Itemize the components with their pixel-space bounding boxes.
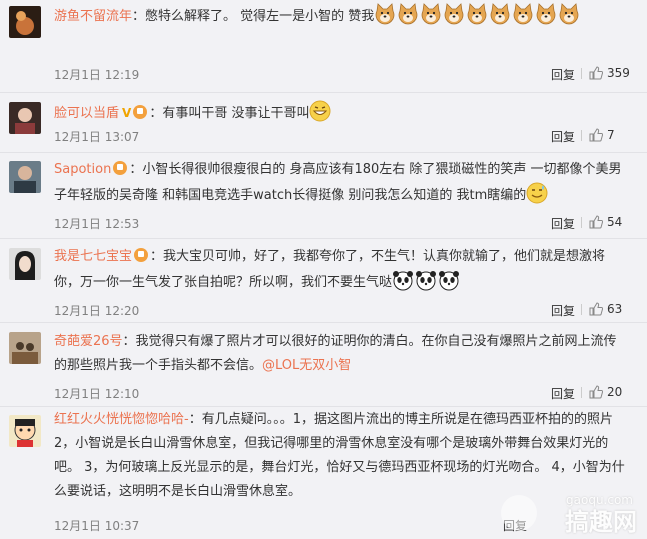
avatar[interactable]	[9, 6, 41, 38]
divider	[581, 130, 582, 141]
doge-emoji-icon	[559, 3, 579, 25]
like-count: 359	[607, 66, 630, 80]
reply-button[interactable]: 回复	[551, 302, 575, 319]
like-count: 54	[607, 215, 623, 229]
reply-button[interactable]: 回复	[551, 385, 575, 402]
doge-emoji-icon	[444, 3, 464, 25]
comment-item: 奇葩爱26号：我觉得只有爆了照片才可以很好的证明你的清白。在你自己没有爆照片之前…	[0, 323, 647, 407]
avatar[interactable]	[9, 415, 41, 447]
comment-time: 12月1日 12:20	[54, 304, 140, 318]
comment-username[interactable]: 奇葩爱26号	[54, 334, 123, 349]
comment-item: 红红火火恍恍惚惚哈哈-：有几点疑问。。。1，据这图片流出的博主所说是在德玛西亚杯…	[0, 407, 647, 539]
verified-icon: V	[122, 106, 132, 120]
comment-meta: 12月1日 12:10 回复 20	[54, 385, 637, 401]
doge-emoji-icon	[467, 3, 487, 25]
comment-text: ：有事叫干哥 没事让干哥叫	[149, 106, 310, 121]
comment-text: ：憋特么解释了。 觉得左一是小智的 赞我	[132, 9, 375, 24]
comment-time: 12月1日 12:53	[54, 217, 140, 231]
vip-badge-icon	[134, 248, 149, 262]
mention-link[interactable]: @LOL无双小智	[262, 358, 351, 373]
emoji-group	[374, 3, 581, 25]
panda-emoji-icon	[416, 271, 437, 291]
doge-emoji-icon	[375, 3, 395, 25]
vip-badge-icon	[113, 161, 128, 175]
comment-content: 我是七七宝宝 ：我大宝贝可帅，好了，我都夸你了，不生气！认真你就输了，他们就是想激…	[54, 245, 625, 295]
reply-button[interactable]: 回复	[551, 215, 575, 232]
comment-meta: 12月1日 13:07 回复 7	[54, 128, 637, 144]
thumbs-up-icon	[589, 385, 603, 399]
comment-username[interactable]: 游鱼不留流年	[54, 9, 132, 24]
site-watermark: gaoqu.com 搞趣网	[487, 447, 637, 537]
doge-emoji-icon	[398, 3, 418, 25]
comment-content: 奇葩爱26号：我觉得只有爆了照片才可以很好的证明你的清白。在你自己没有爆照片之前…	[54, 330, 625, 378]
thumbs-up-icon	[589, 302, 603, 316]
comment-item: Sapotion ：小智长得很帅很瘦很白的 身高应该有180左右 除了猥琐磁性的笑…	[0, 153, 647, 239]
comment-meta: 12月1日 12:19 回复 359	[54, 66, 637, 82]
comment-time: 12月1日 12:10	[54, 387, 140, 401]
like-count: 63	[607, 302, 623, 316]
doge-emoji-icon	[490, 3, 510, 25]
comment-item: 脸可以当盾 V ：有事叫干哥 没事让干哥叫 12月1日 13:07 回复 7	[0, 93, 647, 153]
panda-emoji-icon	[439, 271, 460, 291]
comment-time: 12月1日 13:07	[54, 130, 140, 144]
watermark-name: 搞趣网	[565, 508, 637, 536]
avatar[interactable]	[9, 161, 41, 193]
watermark-logo-icon	[501, 495, 537, 531]
doge-emoji-icon	[536, 3, 556, 25]
like-count: 20	[607, 385, 623, 399]
comment-username[interactable]: 脸可以当盾	[54, 106, 119, 121]
avatar[interactable]	[9, 102, 41, 134]
thumbs-up-icon	[589, 215, 603, 229]
thumbs-up-icon	[589, 66, 603, 80]
reply-button[interactable]: 回复	[551, 128, 575, 145]
comment-time: 12月1日 12:19	[54, 68, 140, 82]
comment-username[interactable]: Sapotion	[54, 162, 111, 177]
panda-emoji-icon	[393, 271, 414, 291]
divider	[581, 387, 582, 398]
like-count: 7	[607, 128, 615, 142]
avatar[interactable]	[9, 332, 41, 364]
grin-emoji-icon	[309, 100, 331, 122]
comment-time: 12月1日 10:37	[54, 519, 140, 533]
divider	[581, 304, 582, 315]
comment-username[interactable]: 红红火火恍恍惚惚哈哈-	[54, 412, 189, 427]
comment-item: 游鱼不留流年：憋特么解释了。 觉得左一是小智的 赞我 12月1日 12:19 回…	[0, 0, 647, 93]
divider	[581, 68, 582, 79]
comment-item: 我是七七宝宝 ：我大宝贝可帅，好了，我都夸你了，不生气！认真你就输了，他们就是想激…	[0, 239, 647, 323]
comment-content: 游鱼不留流年：憋特么解释了。 觉得左一是小智的 赞我	[54, 3, 625, 29]
doge-emoji-icon	[421, 3, 441, 25]
comment-list: 游鱼不留流年：憋特么解释了。 觉得左一是小智的 赞我 12月1日 12:19 回…	[0, 0, 647, 539]
vip-badge-icon	[133, 105, 148, 119]
comment-meta: 12月1日 12:20 回复 63	[54, 302, 637, 318]
comment-content: Sapotion ：小智长得很帅很瘦很白的 身高应该有180左右 除了猥琐磁性的笑…	[54, 158, 625, 208]
thumbs-up-icon	[589, 128, 603, 142]
comment-content: 脸可以当盾 V ：有事叫干哥 没事让干哥叫	[54, 100, 625, 126]
reply-button[interactable]: 回复	[551, 66, 575, 83]
sweat-emoji-icon	[526, 182, 548, 204]
divider	[581, 217, 582, 228]
comment-meta: 12月1日 12:53 回复 54	[54, 215, 637, 231]
comment-username[interactable]: 我是七七宝宝	[54, 249, 132, 264]
doge-emoji-icon	[513, 3, 533, 25]
avatar[interactable]	[9, 248, 41, 280]
